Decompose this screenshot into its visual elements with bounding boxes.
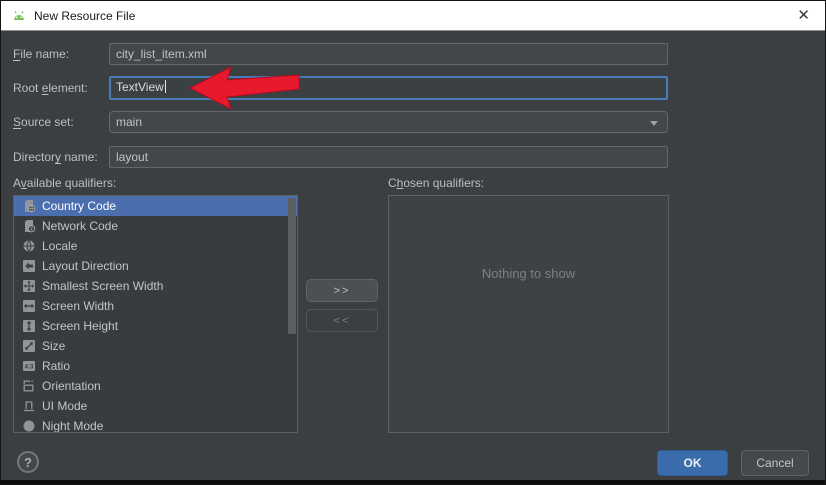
window-bottom-edge xyxy=(1,480,825,484)
window-title: New Resource File xyxy=(34,8,136,23)
qualifier-label: Screen Width xyxy=(42,299,115,313)
qualifier-row-layout-direction[interactable]: Layout Direction xyxy=(14,256,297,276)
source-set-value: main xyxy=(116,115,143,129)
qualifier-label: Layout Direction xyxy=(42,259,129,273)
root-element-label: Root element: xyxy=(13,81,88,95)
smallest-screen-width-icon xyxy=(22,279,36,293)
screen-width-icon xyxy=(22,299,36,313)
qualifier-label: Screen Height xyxy=(42,319,119,333)
qualifier-row-screen-height[interactable]: Screen Height xyxy=(14,316,297,336)
source-set-select[interactable]: main xyxy=(109,111,668,133)
chevron-down-icon xyxy=(650,121,658,126)
qualifier-label: Country Code xyxy=(42,199,117,213)
locale-icon xyxy=(22,239,36,253)
night-mode-icon xyxy=(22,419,36,432)
close-icon[interactable]: ✕ xyxy=(793,1,814,31)
qualifier-label: Network Code xyxy=(42,219,119,233)
qualifier-label: Smallest Screen Width xyxy=(42,279,164,293)
qualifier-row-locale[interactable]: Locale xyxy=(14,236,297,256)
chosen-qualifiers-header: Chosen qualifiers: xyxy=(388,176,485,190)
qualifier-label: Ratio xyxy=(42,359,71,373)
ok-button[interactable]: OK xyxy=(657,450,728,476)
qualifier-row-ratio[interactable]: 4:3 Ratio xyxy=(14,356,297,376)
qualifier-row-ui-mode[interactable]: UI Mode xyxy=(14,396,297,416)
qualifier-row-screen-width[interactable]: Screen Width xyxy=(14,296,297,316)
android-icon xyxy=(11,8,27,24)
qualifier-row-smallest-screen-width[interactable]: Smallest Screen Width xyxy=(14,276,297,296)
qualifier-row-size[interactable]: Size xyxy=(14,336,297,356)
chosen-qualifiers-panel[interactable]: Nothing to show xyxy=(388,195,669,433)
scrollbar-thumb[interactable] xyxy=(288,198,296,334)
qualifier-label: Orientation xyxy=(42,379,101,393)
nothing-to-show-text: Nothing to show xyxy=(481,266,576,281)
available-qualifiers-list[interactable]: Country Code Network Code Locale Layout Dir… xyxy=(13,195,298,433)
file-name-input[interactable]: city_list_item.xml xyxy=(109,43,668,65)
network-code-icon xyxy=(22,219,36,233)
root-element-value: TextView xyxy=(116,80,164,94)
add-qualifier-button[interactable]: >> xyxy=(306,279,378,302)
qualifier-label: Size xyxy=(42,339,66,353)
titlebar: New Resource File ✕ xyxy=(1,1,825,31)
root-element-input[interactable]: TextView xyxy=(109,76,668,100)
ui-mode-icon xyxy=(22,399,36,413)
directory-name-label: Directory name: xyxy=(13,150,98,164)
qualifier-label: Locale xyxy=(42,239,78,253)
text-caret xyxy=(164,80,166,93)
country-code-icon xyxy=(22,199,36,213)
qualifier-row-night-mode[interactable]: Night Mode xyxy=(14,416,297,433)
screen-height-icon xyxy=(22,319,36,333)
orientation-icon xyxy=(22,379,36,393)
directory-name-value: layout xyxy=(116,150,149,164)
svg-text:4:3: 4:3 xyxy=(25,365,34,371)
qualifier-row-country-code[interactable]: Country Code xyxy=(14,196,297,216)
ratio-icon: 4:3 xyxy=(22,359,36,373)
cancel-button[interactable]: Cancel xyxy=(741,450,809,476)
source-set-label: Source set: xyxy=(13,115,74,129)
file-name-label: File name: xyxy=(13,47,70,61)
directory-name-input[interactable]: layout xyxy=(109,146,668,168)
available-qualifiers-header: Available qualifiers: xyxy=(13,176,117,190)
qualifier-label: Night Mode xyxy=(42,419,104,433)
help-button[interactable]: ? xyxy=(17,451,39,473)
layout-direction-icon xyxy=(22,259,36,273)
file-name-value: city_list_item.xml xyxy=(116,47,207,61)
qualifier-row-orientation[interactable]: Orientation xyxy=(14,376,297,396)
qualifier-label: UI Mode xyxy=(42,399,88,413)
size-icon xyxy=(22,339,36,353)
remove-qualifier-button[interactable]: << xyxy=(306,309,378,332)
qualifier-row-network-code[interactable]: Network Code xyxy=(14,216,297,236)
new-resource-file-dialog: New Resource File ✕ File name: city_list… xyxy=(0,0,826,485)
